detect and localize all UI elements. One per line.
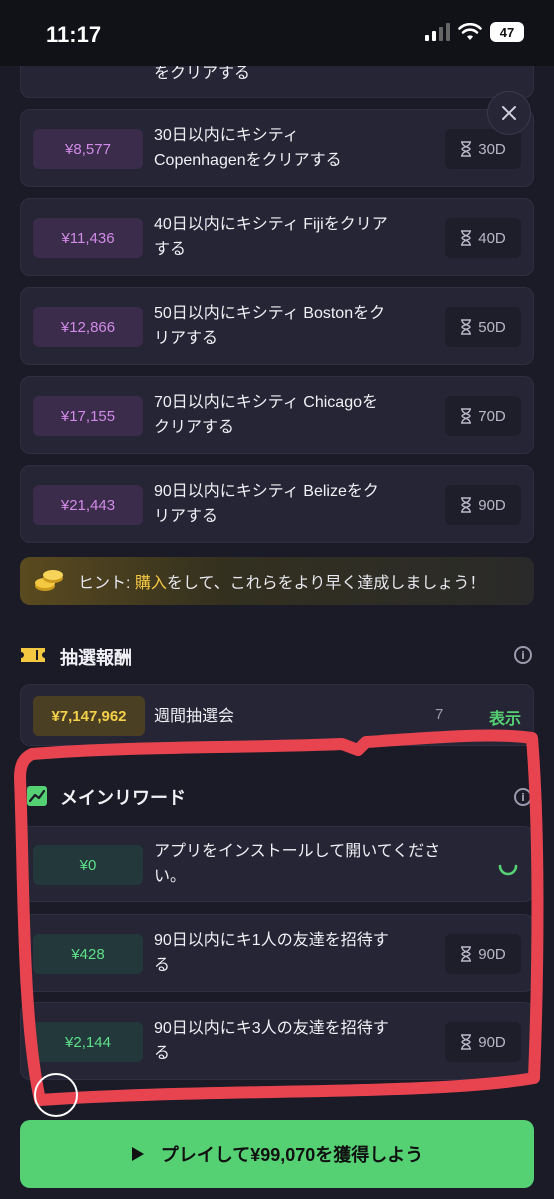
task-line-2: リアする [154,508,219,525]
main-reward-card: ¥0 アプリをインストールして開いてくださ い。 [20,826,534,902]
wifi-icon [458,23,482,40]
coins-icon [35,570,63,591]
task-line-1: 90日以内にキ1人の友達を招待す [154,932,389,949]
hint-prefix: ヒント: [78,575,135,592]
play-icon [131,1147,144,1161]
ticket-icon [21,648,45,662]
reward-amount: ¥17,155 [33,396,143,436]
task-line-1: 90日以内にキシティ Belizeをク [154,483,379,500]
lottery-show-link[interactable]: 表示 [489,705,521,729]
info-icon[interactable]: i [514,788,532,806]
task-line-2: Copenhagenをクリアする [154,152,342,169]
status-time: 11:17 [46,22,102,47]
days-remaining: 90D [445,934,521,974]
task-line-1: アプリをインストールして開いてくださ [154,843,441,860]
reward-amount: ¥0 [33,845,143,885]
close-button[interactable] [487,91,531,135]
lottery-days: 7 [435,706,443,723]
task-description: 30日以内にキシティ Copenhagenをクリアする [154,123,414,173]
main-reward-card: ¥428 90日以内にキ1人の友達を招待す る 90D [20,914,534,992]
task-line-1: 70日以内にキシティ Chicagoを [154,394,378,411]
task-line-1: 30日以内にキシティ [154,127,299,144]
days-remaining: 50D [445,307,521,347]
lottery-section-title: 抽選報酬 [60,648,132,668]
close-icon [502,106,516,120]
hourglass-icon [461,230,472,246]
days-remaining: 90D [445,485,521,525]
lottery-days-value: 7 [435,706,444,723]
task-line-2: する [154,241,187,258]
hourglass-icon [461,946,472,962]
hint-purchase-link[interactable]: 購入 [135,575,167,592]
task-card: ¥12,866 50日以内にキシティ Bostonをク リアする 50D [20,287,534,365]
task-card: ¥11,436 40日以内にキシティ Fijiをクリア する 40D [20,198,534,276]
task-line-1: 40日以内にキシティ Fijiをクリア [154,216,388,233]
task-card: ¥21,443 90日以内にキシティ Belizeをク リアする 90D [20,465,534,543]
hourglass-icon [461,1034,472,1050]
days-remaining: 40D [445,218,521,258]
hourglass-icon [461,319,472,335]
lottery-amount: ¥7,147,962 [33,696,145,736]
play-earn-button[interactable]: プレイして¥99,070を獲得しよう [20,1120,534,1188]
days-label: 90D [478,945,506,963]
reward-amount: ¥2,144 [33,1022,143,1062]
main-reward-card: ¥2,144 90日以内にキ3人の友達を招待す る 90D [20,1002,534,1080]
days-label: 40D [478,229,506,247]
days-remaining: 90D [445,1022,521,1062]
task-card: ¥8,577 30日以内にキシティ Copenhagenをクリアする 30D [20,109,534,187]
battery-icon: 47 [490,22,524,42]
main-rewards-title: メインリワード [60,788,186,808]
cellular-signal-icon [425,23,450,41]
days-label: 70D [478,407,506,425]
info-icon[interactable]: i [514,646,532,664]
hint-banner[interactable]: ヒント: 購入をして、これらをより早く達成しましょう！ [20,557,534,605]
task-description: 70日以内にキシティ Chicagoを クリアする [154,390,414,440]
days-label: 90D [478,1033,506,1051]
task-line-2: リアする [154,330,219,347]
task-description: 50日以内にキシティ Bostonをク リアする [154,301,414,351]
hourglass-icon [461,408,472,424]
task-card: ¥17,155 70日以内にキシティ Chicagoを クリアする 70D [20,376,534,454]
status-icons: 47 [425,22,524,42]
hint-suffix: をして、これらをより早く達成しましょう！ [166,575,486,592]
reward-amount: ¥8,577 [33,129,143,169]
task-line-2: クリアする [154,419,235,436]
chart-trend-icon [27,786,47,806]
days-label: 50D [478,318,506,336]
task-line-1: 50日以内にキシティ Bostonをク [154,305,386,322]
task-description: 90日以内にキシティ Belizeをク リアする [154,479,414,529]
days-label: 90D [478,496,506,514]
hourglass-icon [461,497,472,513]
task-description: 90日以内にキ3人の友達を招待す る [154,1016,414,1066]
days-remaining: 70D [445,396,521,436]
task-line-1: 90日以内にキ3人の友達を招待す [154,1020,389,1037]
task-line-2: る [154,1045,171,1062]
loading-spinner-icon [498,864,518,876]
hint-text: ヒント: 購入をして、これらをより早く達成しましょう！ [78,569,485,593]
days-remaining: 30D [445,129,521,169]
lottery-card: ¥7,147,962 週間抽選会 7 表示 [20,684,534,746]
reward-amount: ¥428 [33,934,143,974]
task-line-2: い。 [154,868,187,885]
reward-amount: ¥12,866 [33,307,143,347]
lottery-label: 週間抽選会 [154,708,235,725]
task-description: 90日以内にキ1人の友達を招待す る [154,928,414,978]
reward-amount: ¥11,436 [33,218,143,258]
task-line-2: る [154,957,171,974]
days-label: 30D [478,140,506,158]
play-button-label: プレイして¥99,070を獲得しよう [160,1145,424,1165]
status-bar: 11:17 47 [0,0,554,66]
task-description: アプリをインストールして開いてくださ い。 [154,839,474,889]
reward-amount: ¥21,443 [33,485,143,525]
task-description: 40日以内にキシティ Fijiをクリア する [154,212,414,262]
hourglass-icon [461,141,472,157]
